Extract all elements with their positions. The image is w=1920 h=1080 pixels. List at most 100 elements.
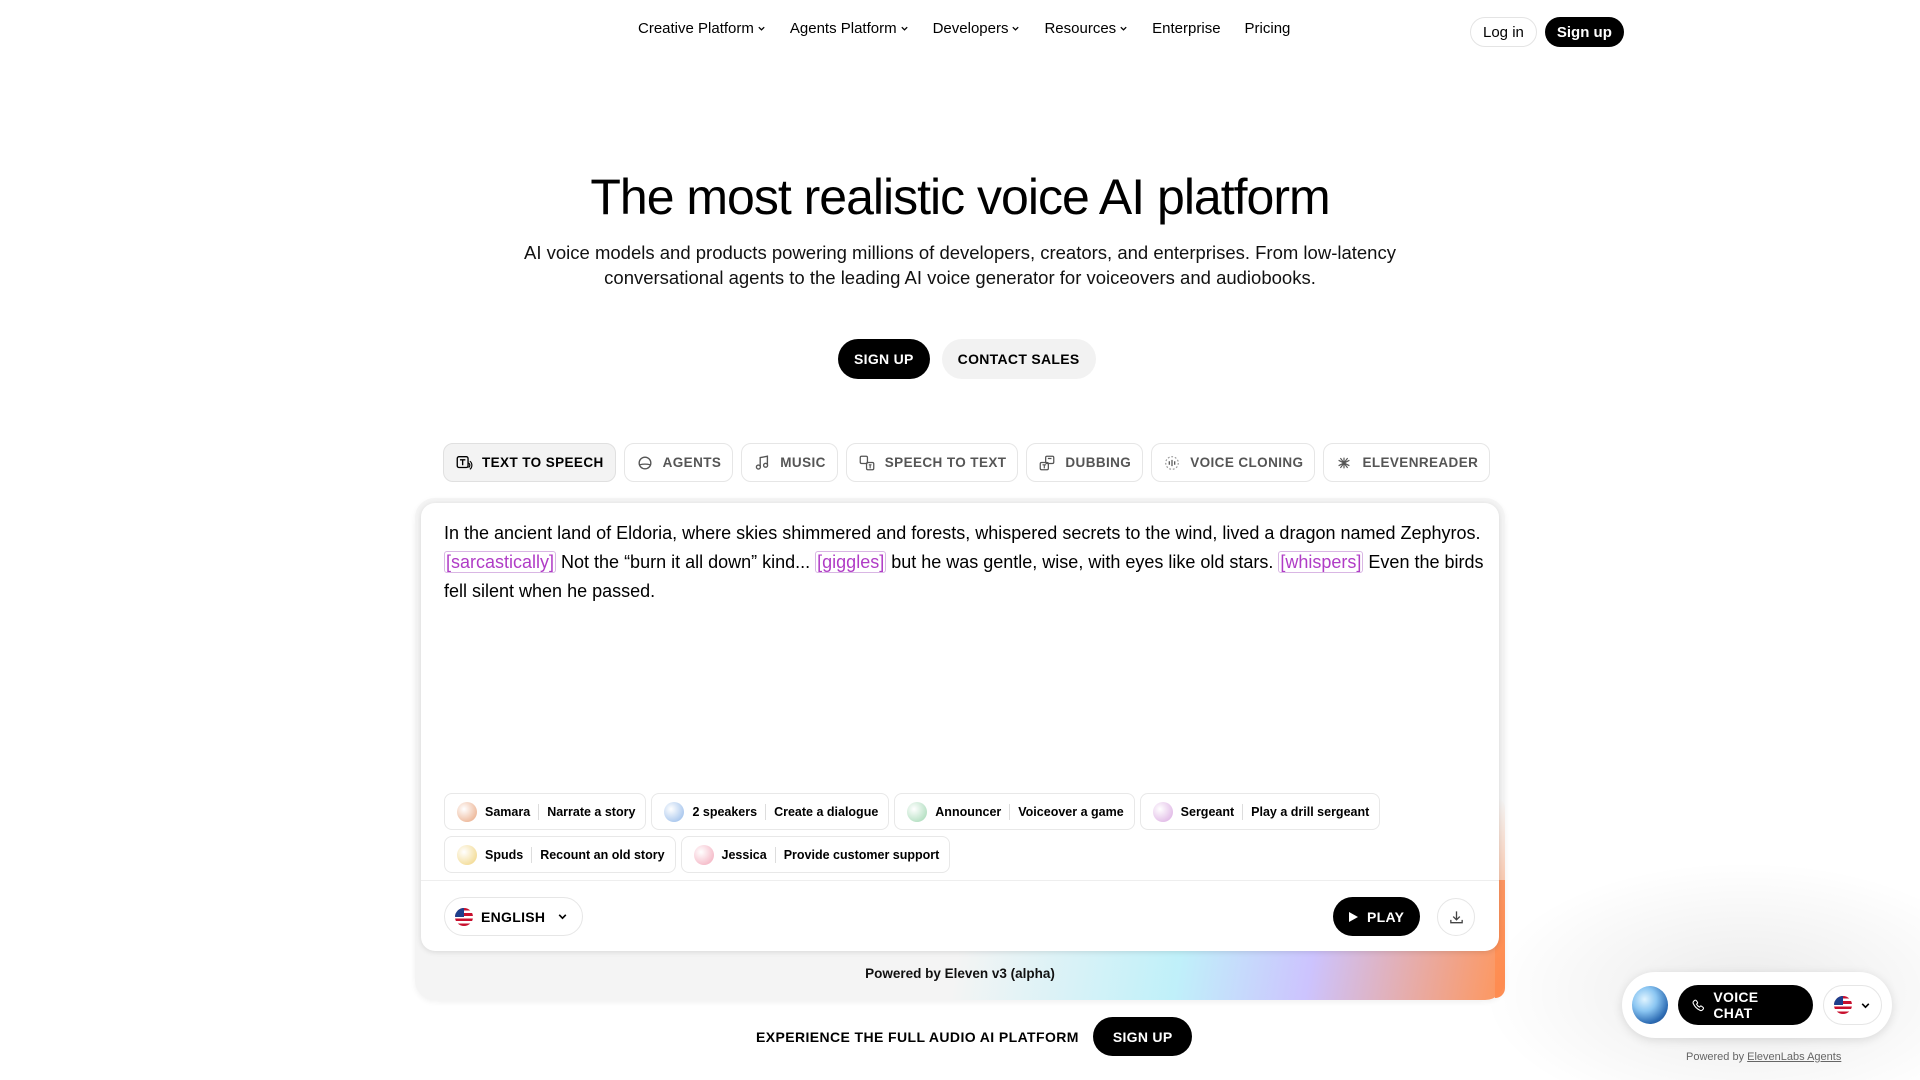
preset-sergeant[interactable]: Sergeant Play a drill sergeant (1139, 793, 1381, 830)
nav-links: Creative Platform Agents Platform Develo… (638, 20, 1290, 37)
language-label: ENGLISH (481, 908, 546, 925)
chevron-down-icon (900, 26, 908, 31)
tab-label: ELEVENREADER (1362, 455, 1479, 470)
divider (1009, 803, 1011, 820)
story-text-segment: but he was gentle, wise, with eyes like … (886, 552, 1279, 572)
page-title: The most realistic voice AI platform (590, 169, 1330, 225)
voice-presets: Samara Narrate a story 2 speakers Create… (444, 793, 1444, 873)
preset-action: Provide customer support (783, 847, 940, 862)
hero-subtitle: AI voice models and products powering mi… (524, 242, 1396, 288)
divider (774, 846, 776, 863)
tab-speech-to-text[interactable]: SPEECH TO TEXT (845, 443, 1019, 482)
audio-tag: [giggles] (815, 551, 887, 573)
preset-2-speakers[interactable]: 2 speakers Create a dialogue (651, 793, 890, 830)
tab-voice-cloning[interactable]: VOICE CLONING (1151, 443, 1316, 482)
chevron-down-icon (758, 26, 765, 31)
preset-action: Create a dialogue (774, 804, 879, 819)
chevron-down-icon (1861, 1002, 1870, 1008)
elevenlabs-agents-link[interactable]: ElevenLabs Agents (1747, 1051, 1841, 1063)
tab-label: DUBBING (1065, 455, 1132, 470)
language-select[interactable]: ENGLISH (444, 897, 584, 936)
preset-jessica[interactable]: Jessica Provide customer support (680, 836, 951, 873)
hero-signup-button[interactable]: SIGN UP (838, 339, 930, 379)
story-text-editor[interactable]: In the ancient land of Eldoria, where sk… (444, 519, 1484, 606)
bottom-cta-text: EXPERIENCE THE FULL AUDIO AI PLATFORM (756, 1028, 1079, 1045)
widget-language-select[interactable] (1823, 985, 1882, 1025)
tab-label: AGENTS (662, 455, 722, 470)
nav-link-label: Enterprise (1152, 20, 1221, 37)
download-button[interactable] (1437, 898, 1475, 936)
preset-samara[interactable]: Samara Narrate a story (444, 793, 647, 830)
chevron-down-icon (558, 914, 567, 920)
play-button[interactable]: PLAY (1333, 897, 1421, 936)
tab-label: VOICE CLONING (1190, 455, 1304, 470)
preset-action: Recount an old story (540, 847, 665, 862)
widget-shadow (1480, 860, 1920, 1080)
download-icon (1449, 910, 1463, 923)
audio-tag: [whispers] (1278, 551, 1364, 573)
voice-chat-label: VOICE CHAT (1713, 989, 1759, 1021)
nav-creative-platform[interactable]: Creative Platform (638, 20, 766, 37)
voice-avatar (664, 801, 685, 822)
nav-link-label: Resources (1044, 20, 1117, 37)
text-to-speech-icon (456, 455, 473, 470)
voice-avatar (457, 801, 477, 822)
nav-pricing[interactable]: Pricing (1245, 20, 1291, 37)
nav-link-label: Agents Platform (789, 20, 897, 37)
audio-tag: [sarcastically] (444, 551, 557, 573)
editor-footer-divider (421, 880, 1499, 881)
story-text-segment: In the ancient land of Eldoria, where sk… (444, 523, 1481, 543)
tab-label: MUSIC (780, 455, 826, 470)
elevenreader-icon (1338, 457, 1351, 468)
bottom-cta: EXPERIENCE THE FULL AUDIO AI PLATFORM SI… (756, 1017, 1193, 1056)
divider (538, 803, 540, 820)
tab-label: TEXT TO SPEECH (482, 455, 604, 470)
preset-voice: Announcer (935, 804, 1002, 819)
nav-agents-platform[interactable]: Agents Platform (790, 20, 909, 37)
preset-action: Voiceover a game (1018, 804, 1124, 819)
signup-button[interactable]: Sign up (1544, 17, 1624, 47)
login-button[interactable]: Log in (1470, 17, 1537, 47)
nav-link-label: Developers (932, 20, 1009, 37)
tab-text-to-speech[interactable]: TEXT TO SPEECH (443, 443, 616, 482)
tab-elevenreader[interactable]: ELEVENREADER (1323, 443, 1491, 482)
nav-developers[interactable]: Developers (933, 20, 1021, 37)
hero-ctas: SIGN UP CONTACT SALES (838, 339, 1096, 379)
preset-announcer[interactable]: Announcer Voiceover a game (894, 793, 1135, 830)
music-note-icon (756, 454, 769, 470)
top-navigation: Creative Platform Agents Platform Develo… (0, 0, 1920, 62)
divider (765, 803, 767, 820)
agent-orb-icon (1632, 986, 1669, 1024)
nav-resources[interactable]: Resources (1044, 20, 1128, 37)
nav-link-label: Pricing (1244, 20, 1291, 37)
story-text-segment: Not the “burn it all down” kind... (556, 552, 816, 572)
preset-voice: Sergeant (1180, 804, 1235, 819)
tab-label: SPEECH TO TEXT (884, 455, 1007, 470)
agents-icon (638, 455, 652, 470)
us-flag-icon (1834, 996, 1852, 1014)
bottom-signup-button[interactable]: SIGN UP (1092, 1017, 1193, 1056)
nav-enterprise[interactable]: Enterprise (1152, 20, 1220, 37)
preset-voice: 2 speakers (692, 804, 758, 819)
preset-spuds[interactable]: Spuds Recount an old story (444, 836, 676, 873)
voice-chat-widget: VOICE CHAT (1622, 972, 1892, 1038)
product-tabs: TEXT TO SPEECH AGENTS MUSIC SPEECH TO TE… (443, 443, 1491, 482)
preset-voice: Jessica (721, 847, 767, 862)
phone-icon (1692, 999, 1705, 1012)
preset-voice: Samara (485, 804, 531, 819)
tab-agents[interactable]: AGENTS (623, 443, 734, 482)
divider (1242, 803, 1244, 820)
play-icon (1349, 911, 1358, 922)
nav-auth: Log in Sign up (1470, 17, 1624, 47)
contact-sales-button[interactable]: CONTACT SALES (941, 339, 1096, 379)
voice-avatar (693, 844, 714, 865)
voice-chat-button[interactable]: VOICE CHAT (1678, 985, 1813, 1025)
tab-music[interactable]: MUSIC (741, 443, 838, 482)
widget-powered-prefix: Powered by (1686, 1051, 1748, 1063)
voice-avatar (457, 844, 477, 865)
dubbing-icon (1040, 455, 1055, 470)
widget-powered-by: Powered by ElevenLabs Agents (1686, 1051, 1841, 1063)
voice-avatar (907, 801, 928, 822)
tab-dubbing[interactable]: DUBBING (1026, 443, 1144, 482)
model-powered-by: Powered by Eleven v3 (alpha) (865, 966, 1055, 981)
